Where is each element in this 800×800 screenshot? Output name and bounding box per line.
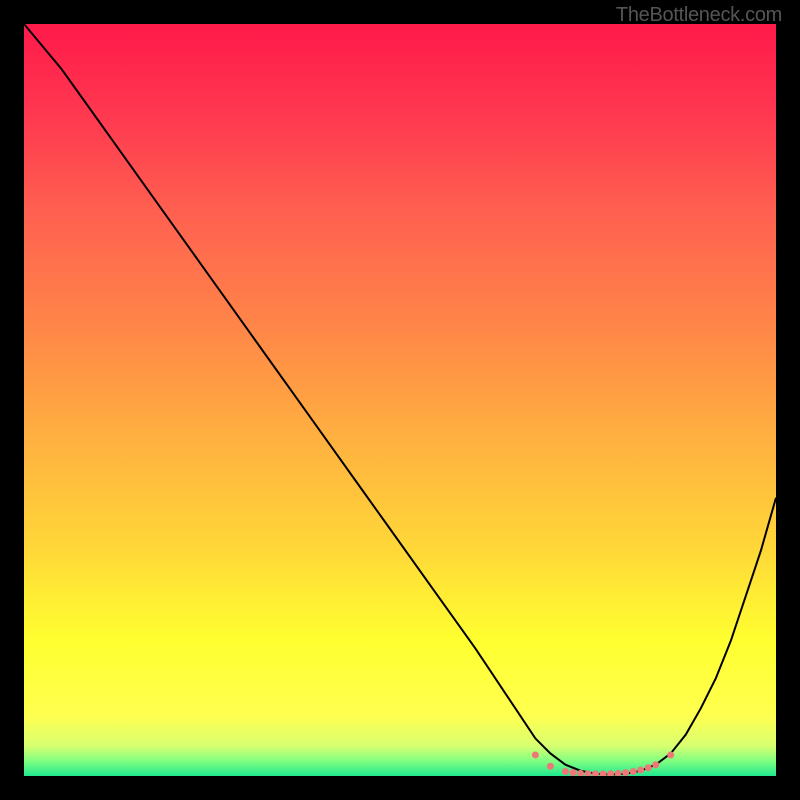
optimal-marker [532,751,539,758]
optimal-marker [607,770,614,776]
optimal-marker [645,764,652,771]
optimal-marker [592,770,599,776]
optimal-marker [569,769,576,776]
optimal-marker [622,769,629,776]
optimal-marker [615,770,622,776]
optimal-marker [667,751,674,758]
bottleneck-line [24,24,776,775]
optimal-marker [562,768,569,775]
chart-plot-area [24,24,776,776]
optimal-marker [600,770,607,776]
optimal-marker [547,763,554,770]
optimal-marker [630,768,637,775]
optimal-marker [652,761,659,768]
optimal-marker [637,766,644,773]
watermark-text: TheBottleneck.com [616,4,782,27]
chart-curve [24,24,776,776]
